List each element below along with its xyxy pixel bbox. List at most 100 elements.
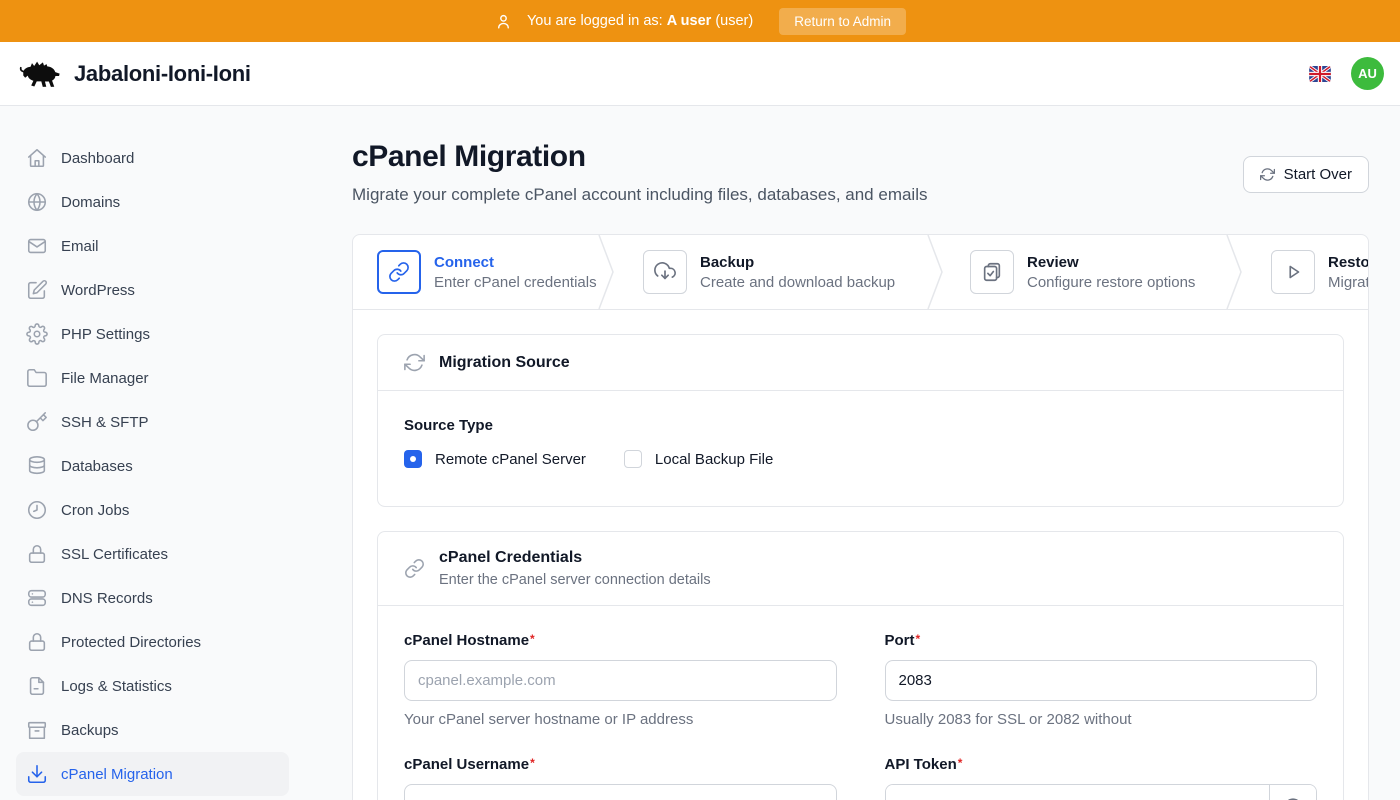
radio-selected-indicator[interactable] [404, 450, 422, 468]
required-asterisk: * [958, 756, 963, 770]
sidebar-item-cron-jobs[interactable]: Cron Jobs [16, 488, 289, 532]
sidebar-item-domains[interactable]: Domains [16, 180, 289, 224]
header-actions: AU [1309, 57, 1384, 90]
radio-local-backup-file[interactable]: Local Backup File [624, 450, 773, 468]
start-over-button[interactable]: Start Over [1243, 156, 1369, 193]
step-subtitle: Enter cPanel credentials [434, 274, 597, 291]
logged-in-role: (user) [715, 13, 753, 29]
home-icon [26, 147, 48, 169]
username-label: cPanel Username* [404, 756, 837, 773]
user-icon [494, 12, 513, 31]
server-icon [26, 587, 48, 609]
step-title: Review [1027, 254, 1195, 271]
step-title: Restore [1328, 254, 1369, 271]
page-header: cPanel Migration Migrate your complete c… [352, 140, 1369, 205]
sidebar-item-label: WordPress [61, 282, 135, 299]
radio-unselected-indicator[interactable] [624, 450, 642, 468]
sidebar-item-dashboard[interactable]: Dashboard [16, 136, 289, 180]
cpanel-credentials-header: cPanel Credentials Enter the cPanel serv… [378, 532, 1343, 606]
api-token-field-group: API Token* [885, 756, 1318, 800]
start-over-label: Start Over [1284, 166, 1352, 183]
logged-in-prefix: You are logged in as: [527, 13, 663, 29]
lock-icon [26, 631, 48, 653]
toggle-password-visibility-button[interactable] [1269, 785, 1316, 800]
cpanel-credentials-title: cPanel Credentials [439, 549, 711, 567]
hostname-input[interactable] [404, 660, 837, 701]
database-icon [26, 455, 48, 477]
cpanel-credentials-subtitle: Enter the cPanel server connection detai… [439, 572, 711, 588]
hostname-helper: Your cPanel server hostname or IP addres… [404, 711, 837, 728]
sidebar-item-label: SSH & SFTP [61, 414, 149, 431]
sidebar-item-databases[interactable]: Databases [16, 444, 289, 488]
sidebar-item-ssh-sftp[interactable]: SSH & SFTP [16, 400, 289, 444]
port-input[interactable] [885, 660, 1318, 701]
clock-icon [26, 499, 48, 521]
migration-source-header: Migration Source [378, 335, 1343, 391]
eye-icon [1283, 795, 1303, 800]
logged-in-username: A user [667, 13, 712, 29]
step-restore[interactable]: Restore Migration progress [1242, 250, 1369, 294]
sidebar-item-cpanel-migration[interactable]: cPanel Migration [16, 752, 289, 796]
sidebar-item-label: Domains [61, 194, 120, 211]
sidebar-item-file-manager[interactable]: File Manager [16, 356, 289, 400]
step-backup[interactable]: Backup Create and download backup [614, 250, 927, 294]
port-field-group: Port* Usually 2083 for SSL or 2082 witho… [885, 632, 1318, 728]
uk-flag-icon[interactable] [1309, 66, 1331, 82]
globe-icon [26, 191, 48, 213]
step-subtitle: Create and download backup [700, 274, 895, 291]
main-content: cPanel Migration Migrate your complete c… [305, 106, 1400, 800]
migration-source-title: Migration Source [439, 354, 570, 372]
avatar[interactable]: AU [1351, 57, 1384, 90]
hostname-field-group: cPanel Hostname* Your cPanel server host… [404, 632, 837, 728]
source-type-options: Remote cPanel Server Local Backup File [404, 450, 1317, 468]
sync-icon [404, 352, 425, 373]
hostname-label: cPanel Hostname* [404, 632, 837, 649]
brand: Jabaloni-Ioni-Ioni [16, 56, 251, 92]
impersonation-bar: You are logged in as: A user (user) Retu… [0, 0, 1400, 42]
lock-icon [26, 543, 48, 565]
sidebar-item-label: Databases [61, 458, 133, 475]
download-icon [26, 763, 48, 785]
api-token-input-group [885, 784, 1318, 800]
step-separator [1226, 235, 1242, 309]
sidebar-item-label: Logs & Statistics [61, 678, 172, 695]
sidebar-item-label: Dashboard [61, 150, 134, 167]
edit-icon [26, 279, 48, 301]
play-icon [1282, 261, 1304, 283]
sidebar-item-backups[interactable]: Backups [16, 708, 289, 752]
sidebar-item-php-settings[interactable]: PHP Settings [16, 312, 289, 356]
sidebar-item-label: Email [61, 238, 99, 255]
radio-label: Local Backup File [655, 451, 773, 468]
sidebar-item-label: SSL Certificates [61, 546, 168, 563]
sidebar-item-label: DNS Records [61, 590, 153, 607]
clipboard-check-icon [981, 261, 1003, 283]
step-separator [927, 235, 943, 309]
sidebar-item-email[interactable]: Email [16, 224, 289, 268]
sidebar-item-wordpress[interactable]: WordPress [16, 268, 289, 312]
gear-icon [26, 323, 48, 345]
step-icon-box [643, 250, 687, 294]
required-asterisk: * [530, 632, 535, 646]
label-text: cPanel Username [404, 756, 529, 773]
step-separator [598, 235, 614, 309]
label-text: cPanel Hostname [404, 632, 529, 649]
sidebar-item-protected-directories[interactable]: Protected Directories [16, 620, 289, 664]
migration-wizard-card: Connect Enter cPanel credentials Backup … [352, 234, 1369, 800]
link-icon [404, 558, 425, 579]
username-input[interactable] [404, 784, 837, 800]
label-text: Port [885, 632, 915, 649]
sidebar: Dashboard Domains Email WordPress PHP Se… [0, 106, 305, 800]
step-connect[interactable]: Connect Enter cPanel credentials [377, 250, 598, 294]
api-token-input[interactable] [886, 785, 1270, 800]
step-review[interactable]: Review Configure restore options [943, 250, 1226, 294]
sidebar-item-dns-records[interactable]: DNS Records [16, 576, 289, 620]
sidebar-item-logs-statistics[interactable]: Logs & Statistics [16, 664, 289, 708]
site-title: Jabaloni-Ioni-Ioni [74, 61, 251, 87]
sidebar-item-label: Backups [61, 722, 119, 739]
return-to-admin-button[interactable]: Return to Admin [779, 8, 906, 35]
sidebar-item-label: PHP Settings [61, 326, 150, 343]
step-icon-box [377, 250, 421, 294]
folder-icon [26, 367, 48, 389]
radio-remote-cpanel-server[interactable]: Remote cPanel Server [404, 450, 586, 468]
sidebar-item-ssl-certificates[interactable]: SSL Certificates [16, 532, 289, 576]
